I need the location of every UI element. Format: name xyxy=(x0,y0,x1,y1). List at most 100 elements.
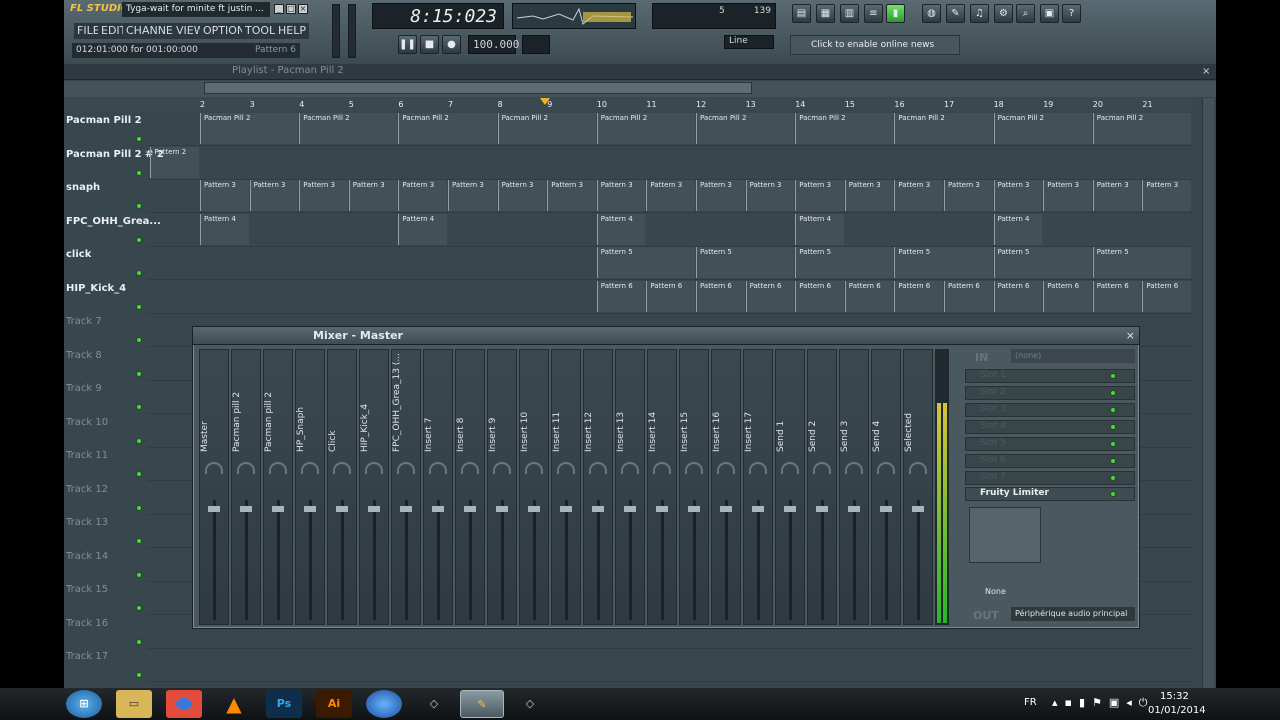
track-name[interactable]: Track 11 xyxy=(66,450,108,461)
playlist-close-icon[interactable]: × xyxy=(1202,66,1210,77)
track-mute-icon[interactable] xyxy=(136,169,142,176)
fader-handle[interactable] xyxy=(400,506,412,512)
pattern-clip[interactable]: Pattern 6 xyxy=(993,280,1043,312)
pan-knob[interactable] xyxy=(909,462,927,474)
audio-settings-button[interactable]: ⚙ xyxy=(994,4,1013,23)
pattern-clip[interactable]: Pattern 3 xyxy=(646,180,695,211)
track-mute-icon[interactable] xyxy=(136,370,142,377)
pattern-clip[interactable]: Pattern 3 xyxy=(844,180,894,211)
track-name[interactable]: Track 16 xyxy=(66,618,108,629)
fader-handle[interactable] xyxy=(304,506,316,512)
fader-handle[interactable] xyxy=(720,506,732,512)
track-mute-icon[interactable] xyxy=(136,571,142,578)
pattern-clip[interactable]: Pattern 3 xyxy=(398,180,447,211)
fader-handle[interactable] xyxy=(336,506,348,512)
pattern-clip[interactable]: Pattern 3 xyxy=(795,180,844,211)
pattern-clip[interactable]: Pattern 3 xyxy=(547,180,596,211)
track-mute-icon[interactable] xyxy=(136,303,142,310)
playlist-view-button[interactable]: ▤ xyxy=(792,4,811,23)
track-name[interactable]: Track 12 xyxy=(66,484,108,495)
mixer-strip[interactable]: HP_Snaph xyxy=(295,349,325,625)
pattern-clip[interactable]: Pattern 3 xyxy=(596,180,646,211)
mixer-strip[interactable]: Click xyxy=(327,349,357,625)
volume-fader[interactable] xyxy=(880,500,892,620)
stop-button[interactable]: ■ xyxy=(420,35,439,54)
volume-fader[interactable] xyxy=(368,500,380,620)
fader-handle[interactable] xyxy=(624,506,636,512)
fx-slot-enable-icon[interactable] xyxy=(1110,458,1116,464)
pan-knob[interactable] xyxy=(717,462,735,474)
pan-knob[interactable] xyxy=(621,462,639,474)
fader-handle[interactable] xyxy=(656,506,668,512)
track-mute-icon[interactable] xyxy=(136,437,142,444)
mixer-strip[interactable]: Insert 8 xyxy=(455,349,485,625)
track-mute-icon[interactable] xyxy=(136,605,142,611)
pattern-clip[interactable]: Pacman Pill 2 xyxy=(795,113,894,144)
volume-fader[interactable] xyxy=(528,500,540,620)
pattern-clip[interactable]: Pacman Pill 2 xyxy=(497,113,596,144)
pattern-clip[interactable]: Pattern 6 xyxy=(745,280,795,312)
fader-handle[interactable] xyxy=(848,506,860,512)
mixer-strip[interactable]: Send 2 xyxy=(807,349,837,625)
pattern-clip[interactable]: Pattern 6 xyxy=(1142,280,1191,312)
pattern-clip[interactable]: Pacman Pill 2 xyxy=(596,113,695,144)
fx-slot-enable-icon[interactable] xyxy=(1110,475,1116,481)
volume-fader[interactable] xyxy=(624,500,636,620)
online-news-panel[interactable]: Click to enable online news xyxy=(790,35,960,55)
track-mute-icon[interactable] xyxy=(136,203,142,209)
mixer-strip[interactable]: Insert 12 xyxy=(583,349,613,625)
fl-studio-taskbar-icon[interactable]: ✎ xyxy=(460,690,504,718)
maximize-button[interactable]: □ xyxy=(286,4,296,14)
pan-knob[interactable] xyxy=(493,462,511,474)
fader-handle[interactable] xyxy=(560,506,572,512)
track-mute-icon[interactable] xyxy=(136,337,142,343)
piano-roll-button[interactable]: ▥ xyxy=(840,4,859,23)
mixer-strip[interactable]: Insert 11 xyxy=(551,349,581,625)
mixer-strip[interactable]: Insert 15 xyxy=(679,349,709,625)
mixer-strip[interactable]: Insert 7 xyxy=(423,349,453,625)
midi-settings-button[interactable]: ♫ xyxy=(970,4,989,23)
track-name[interactable]: Track 7 xyxy=(66,316,102,327)
mixer-button[interactable]: ▮ xyxy=(886,4,905,23)
pattern-clip[interactable]: Pattern 6 xyxy=(1092,280,1142,312)
track-row[interactable]: Pattern 3 Pattern 3 Pattern 3 Pattern 3 Patt… xyxy=(148,180,1194,213)
help-button[interactable]: ? xyxy=(1062,4,1081,23)
app-icon[interactable]: ◇ xyxy=(416,690,452,718)
pattern-clip[interactable]: Pattern 5 xyxy=(993,247,1092,278)
volume-fader[interactable] xyxy=(688,500,700,620)
fx-slot-enable-icon[interactable] xyxy=(1110,373,1116,379)
preset-select[interactable]: None xyxy=(969,585,1039,599)
tempo-display[interactable]: 100.000 xyxy=(468,35,519,54)
track-name[interactable]: snaph xyxy=(66,182,100,193)
volume-fader[interactable] xyxy=(720,500,732,620)
eq-knobs[interactable] xyxy=(1045,527,1095,587)
start-button[interactable]: ⊞ xyxy=(66,690,102,718)
pattern-clip[interactable]: Pattern 5 xyxy=(795,247,894,278)
globe-app-icon[interactable] xyxy=(366,690,402,718)
pan-knob[interactable] xyxy=(205,462,223,474)
fx-slot[interactable]: Slot 7 xyxy=(965,471,1135,485)
pattern-clip[interactable]: Pattern 3 xyxy=(696,180,745,211)
browser-button[interactable]: ≡ xyxy=(864,4,883,23)
mixer-strip[interactable]: Send 1 xyxy=(775,349,805,625)
fader-handle[interactable] xyxy=(912,506,924,512)
volume-fader[interactable] xyxy=(240,500,252,620)
fader-handle[interactable] xyxy=(464,506,476,512)
fx-slot[interactable]: Slot 1 xyxy=(965,369,1135,383)
volume-fader[interactable] xyxy=(784,500,796,620)
fader-handle[interactable] xyxy=(368,506,380,512)
pattern-clip[interactable]: Pattern 3 xyxy=(993,180,1043,211)
volume-fader[interactable] xyxy=(336,500,348,620)
pause-button[interactable]: ❚❚ xyxy=(398,35,417,54)
track-mute-icon[interactable] xyxy=(136,471,142,477)
volume-fader[interactable] xyxy=(208,500,220,620)
fader-handle[interactable] xyxy=(432,506,444,512)
chrome-icon[interactable] xyxy=(166,690,202,718)
track-row[interactable] xyxy=(148,649,1194,682)
fx-slot-enable-icon[interactable] xyxy=(1110,441,1116,447)
volume-fader[interactable] xyxy=(592,500,604,620)
pattern-clip[interactable]: Pattern 5 xyxy=(696,247,795,278)
search-button[interactable]: ⌕ xyxy=(1016,4,1035,23)
track-name[interactable]: Track 17 xyxy=(66,651,108,662)
pattern-clip[interactable]: Pattern 3 xyxy=(894,180,943,211)
